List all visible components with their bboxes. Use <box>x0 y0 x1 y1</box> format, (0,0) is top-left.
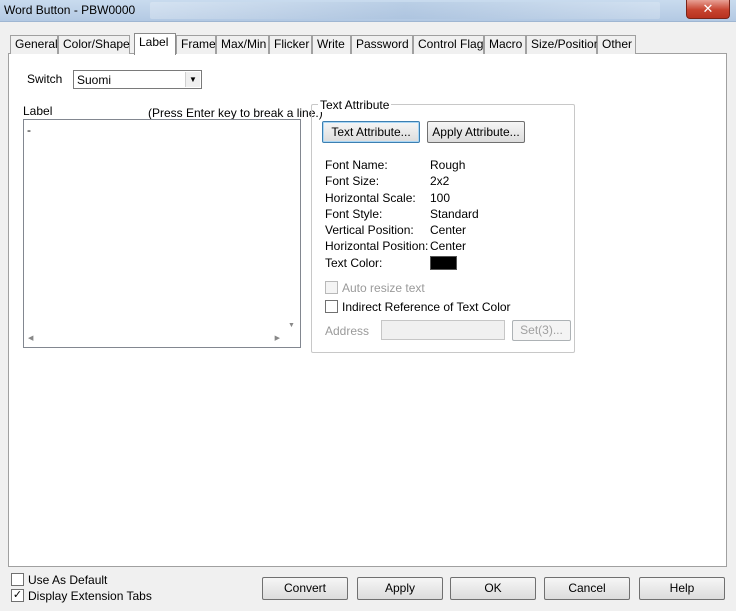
font-name-label: Font Name: <box>325 158 388 172</box>
tab-strip: General Color/Shape Label Frame Max/Min … <box>10 33 730 55</box>
display-extension-tabs-checkbox[interactable]: ✓ <box>11 589 24 602</box>
text-color-swatch <box>430 256 457 270</box>
title-bar: Word Button - PBW0000 ✕ <box>0 0 736 22</box>
horizontal-position-label: Horizontal Position: <box>325 239 429 253</box>
tab-color-shape[interactable]: Color/Shape <box>58 35 130 54</box>
font-name-value: Rough <box>430 158 466 172</box>
cancel-button[interactable]: Cancel <box>544 577 630 600</box>
switch-select[interactable]: Suomi ▼ <box>73 70 202 89</box>
label-text: - <box>27 123 31 137</box>
label-hint: (Press Enter key to break a line.) <box>148 106 323 120</box>
tab-other[interactable]: Other <box>597 35 636 54</box>
use-as-default-label: Use As Default <box>28 573 108 587</box>
indirect-reference-label: Indirect Reference of Text Color <box>342 300 511 314</box>
tab-write[interactable]: Write <box>312 35 351 54</box>
tab-control-flag[interactable]: Control Flag <box>413 35 484 54</box>
label-textarea[interactable]: - ▼ ◀ ▶ <box>23 119 301 348</box>
horizontal-scale-value: 100 <box>430 191 451 205</box>
vertical-position-label: Vertical Position: <box>325 223 414 237</box>
horizontal-scrollbar[interactable]: ◀ ▶ <box>24 331 284 347</box>
tab-password[interactable]: Password <box>351 35 413 54</box>
tab-size-position[interactable]: Size/Position <box>526 35 600 54</box>
horizontal-position-value: Center <box>430 239 467 253</box>
tab-flicker[interactable]: Flicker <box>269 35 312 54</box>
apply-attribute-button[interactable]: Apply Attribute... <box>427 121 525 143</box>
close-button[interactable]: ✕ <box>686 0 730 19</box>
use-as-default-checkbox[interactable] <box>11 573 24 586</box>
vertical-position-value: Center <box>430 223 467 237</box>
font-size-label: Font Size: <box>325 174 380 188</box>
ok-button[interactable]: OK <box>450 577 536 600</box>
apply-button[interactable]: Apply <box>357 577 443 600</box>
text-color-label: Text Color: <box>325 256 383 270</box>
address-input[interactable] <box>381 320 505 340</box>
set-button[interactable]: Set(3)... <box>512 320 571 341</box>
scroll-right-icon[interactable]: ▶ <box>275 334 280 342</box>
tab-macro[interactable]: Macro <box>484 35 526 54</box>
tab-label[interactable]: Label <box>134 33 176 55</box>
auto-resize-checkbox[interactable] <box>325 281 338 294</box>
convert-button[interactable]: Convert <box>262 577 348 600</box>
text-attribute-group-title: Text Attribute <box>318 98 392 112</box>
font-style-label: Font Style: <box>325 207 383 221</box>
label-heading: Label <box>23 104 53 118</box>
tab-frame[interactable]: Frame <box>176 35 216 54</box>
font-size-value: 2x2 <box>430 174 450 188</box>
display-extension-tabs-label: Display Extension Tabs <box>28 589 152 603</box>
address-label: Address <box>325 324 370 338</box>
indirect-reference-checkbox[interactable] <box>325 300 338 313</box>
scroll-left-icon[interactable]: ◀ <box>28 334 33 342</box>
auto-resize-label: Auto resize text <box>342 281 425 295</box>
horizontal-scale-label: Horizontal Scale: <box>325 191 416 205</box>
background-toolbar-ghost <box>150 2 660 19</box>
vertical-scrollbar[interactable]: ▼ <box>284 120 300 331</box>
switch-label: Switch <box>27 72 63 86</box>
scroll-down-icon[interactable]: ▼ <box>288 322 295 329</box>
font-style-value: Standard <box>430 207 479 221</box>
tab-max-min[interactable]: Max/Min <box>216 35 269 54</box>
help-button[interactable]: Help <box>639 577 725 600</box>
tab-general[interactable]: General <box>10 35 58 54</box>
window-title: Word Button - PBW0000 <box>4 3 136 17</box>
chevron-down-icon[interactable]: ▼ <box>185 72 200 87</box>
text-attribute-button[interactable]: Text Attribute... <box>322 121 420 143</box>
switch-select-value: Suomi <box>77 73 112 87</box>
